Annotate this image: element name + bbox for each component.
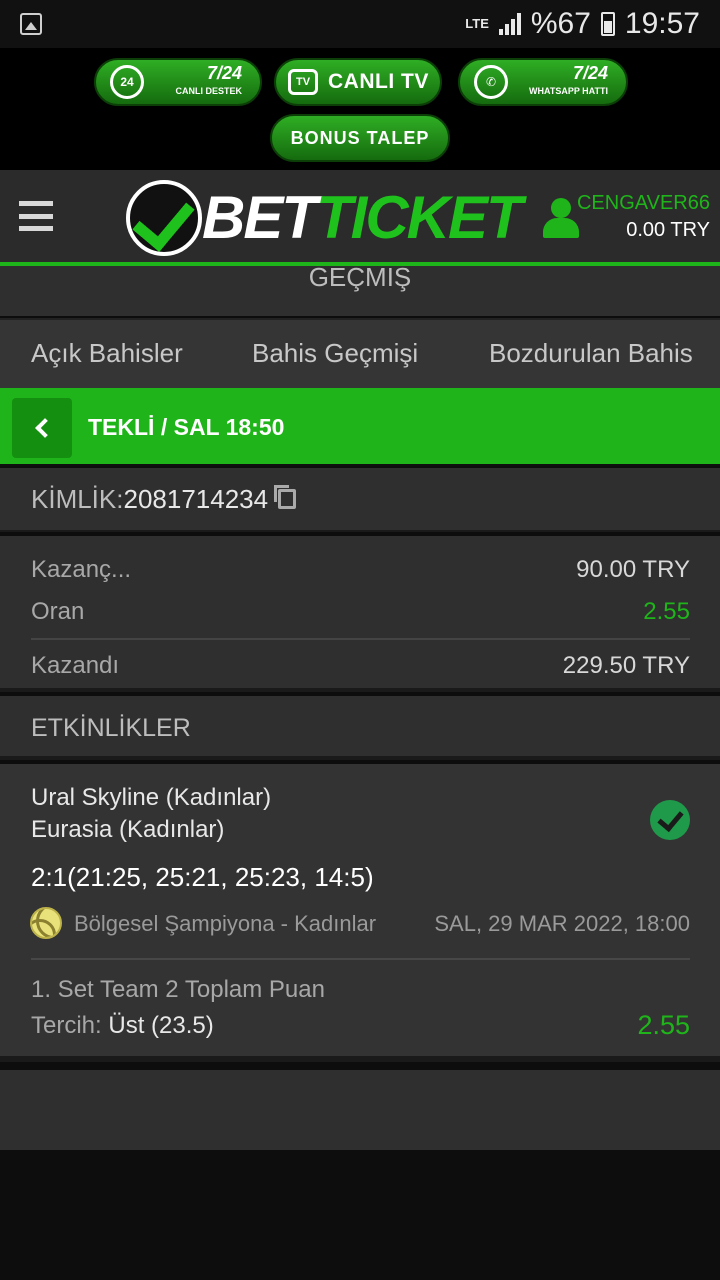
bet-id-row: KİMLİK: 2081714234 xyxy=(0,468,720,532)
event-card: Ural Skyline (Kadınlar) Eurasia (Kadınla… xyxy=(0,764,720,1062)
betticket-logo[interactable]: BETTICKET xyxy=(126,180,523,256)
bet-type-title: TEKLİ / SAL 18:50 xyxy=(88,414,285,440)
bonus-label: BONUS TALEP xyxy=(290,127,430,148)
gallery-icon xyxy=(20,13,42,35)
network-type: LTE xyxy=(465,16,489,31)
phone-24-icon: 24 xyxy=(110,65,144,99)
whatsapp-hours: 7/24 xyxy=(572,63,608,83)
bet-id-value: 2081714234 xyxy=(123,483,269,514)
live-support-button[interactable]: 24 7/24 CANLI DESTEK xyxy=(94,58,262,106)
copy-icon[interactable] xyxy=(274,485,297,509)
signal-icon xyxy=(498,13,521,35)
tab-open-bets[interactable]: Açık Bahisler xyxy=(31,338,183,369)
selection-odd: 2.55 xyxy=(637,1010,690,1040)
page-title: GEÇMİŞ xyxy=(308,266,412,292)
section-title: GEÇMİŞ xyxy=(0,266,720,316)
live-tv-label: CANLI TV xyxy=(328,70,429,93)
support-hours: 7/24 xyxy=(206,63,242,83)
clock: 19:57 xyxy=(624,7,700,40)
user-icon[interactable] xyxy=(543,198,579,238)
status-bar: LTE %67 19:57 xyxy=(0,0,720,48)
event-divider xyxy=(31,958,690,960)
bet-id-label: KİMLİK: xyxy=(31,483,124,514)
event-date: SAL, 29 MAR 2022, 18:00 xyxy=(434,911,690,936)
hamburger-menu-icon[interactable] xyxy=(19,201,53,231)
league-name: Bölgesel Şampiyona - Kadınlar xyxy=(74,911,377,936)
won-row: Kazandı 229.50 TRY xyxy=(31,652,690,680)
check-circle-icon xyxy=(650,800,690,840)
back-button[interactable] xyxy=(12,398,72,458)
won-label: Kazandı xyxy=(31,652,120,679)
support-label: CANLI DESTEK xyxy=(175,86,242,96)
chevron-left-icon xyxy=(35,418,55,438)
bet-summary: Kazanç... 90.00 TRY Oran 2.55 Kazandı 22… xyxy=(0,536,720,692)
selection-value: Üst (23.5) xyxy=(108,1012,214,1039)
bet-detail-bar: TEKLİ / SAL 18:50 xyxy=(0,388,720,466)
bonus-request-button[interactable]: BONUS TALEP xyxy=(270,114,450,162)
volleyball-icon xyxy=(30,907,62,939)
page-bottom xyxy=(0,1150,720,1280)
events-header: ETKİNLİKLER xyxy=(0,696,720,760)
selection: Tercih: Üst (23.5) xyxy=(31,1012,214,1040)
tab-cashed-out-bets[interactable]: Bozdurulan Bahis xyxy=(489,338,693,369)
whatsapp-label: WHATSAPP HATTI xyxy=(529,86,608,96)
match-score: 2:1(21:25, 25:21, 25:23, 14:5) xyxy=(31,862,374,892)
live-tv-button[interactable]: TV CANLI TV xyxy=(274,58,442,106)
promo-bar: 24 7/24 CANLI DESTEK TV CANLI TV ✆ 7/24 … xyxy=(0,48,720,170)
tv-icon: TV xyxy=(288,69,318,95)
odds-row: Oran 2.55 xyxy=(31,598,690,626)
selection-label: Tercih: xyxy=(31,1012,102,1039)
tab-bet-history[interactable]: Bahis Geçmişi xyxy=(252,338,418,369)
odds-label: Oran xyxy=(31,598,85,625)
winnings-label: Kazanç... xyxy=(31,556,132,583)
logo-text-bet: BET xyxy=(202,184,318,251)
winnings-row: Kazanç... 90.00 TRY xyxy=(31,556,690,584)
won-value: 229.50 TRY xyxy=(562,652,690,679)
team-away: Eurasia (Kadınlar) xyxy=(31,816,225,843)
footer-panel xyxy=(0,1070,720,1150)
winnings-value: 90.00 TRY xyxy=(576,556,690,583)
summary-divider xyxy=(31,638,690,640)
status-indicators: LTE %67 19:57 xyxy=(465,7,700,41)
whatsapp-button[interactable]: ✆ 7/24 WHATSAPP HATTI xyxy=(458,58,628,106)
team-home: Ural Skyline (Kadınlar) xyxy=(31,784,272,811)
account-balance: 0.00 TRY xyxy=(626,219,710,241)
site-header: BETTICKET CENGAVER66 0.00 TRY xyxy=(0,170,720,266)
bet-tabs: Açık Bahisler Bahis Geçmişi Bozdurulan B… xyxy=(0,318,720,388)
events-title: ETKİNLİKLER xyxy=(31,714,191,742)
market-name: 1. Set Team 2 Toplam Puan xyxy=(31,976,325,1003)
logo-check-icon xyxy=(126,180,202,256)
battery-icon xyxy=(600,12,615,36)
username[interactable]: CENGAVER66 xyxy=(577,192,710,215)
odds-value: 2.55 xyxy=(643,598,690,625)
battery-percent: %67 xyxy=(530,7,591,40)
logo-text-ticket: TICKET xyxy=(316,184,523,251)
whatsapp-icon: ✆ xyxy=(474,65,508,99)
